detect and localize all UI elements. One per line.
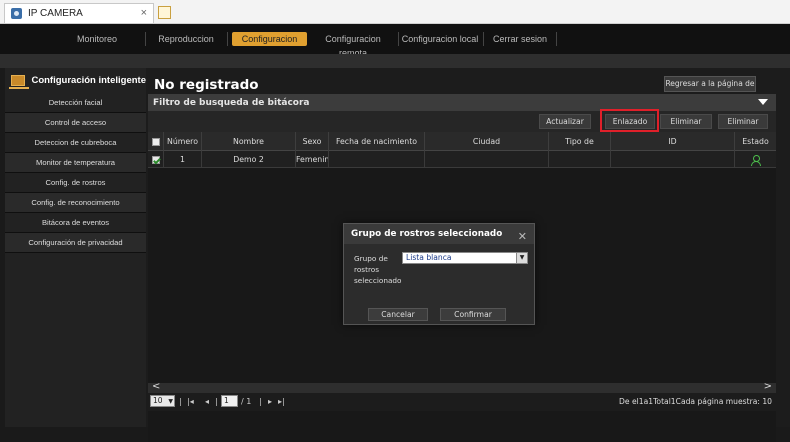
nav-divider (145, 32, 146, 46)
column-header: Número (164, 132, 202, 151)
nav-divider (483, 32, 484, 46)
sidebar-item-cubreboca[interactable]: Deteccion de cubreboca (5, 133, 146, 153)
refresh-button[interactable]: Actualizar (539, 114, 591, 129)
pager-separator: | (259, 397, 262, 406)
nav-cerrar-sesion[interactable]: Cerrar sesion (488, 32, 552, 46)
person-icon (750, 154, 761, 166)
last-page-icon[interactable]: ▸| (278, 396, 285, 408)
sidebar-item-privacidad[interactable]: Configuración de privacidad (5, 233, 146, 253)
cell-estado (735, 151, 776, 168)
highlight-box (600, 109, 659, 132)
cell-ciudad (425, 151, 549, 168)
face-group-dialog: Grupo de rostros seleccionado ✕ Grupo de… (343, 223, 535, 325)
prev-page-icon[interactable]: ◂ (205, 396, 209, 408)
camera-icon (11, 8, 22, 19)
column-header: Ciudad (425, 132, 549, 151)
pagination: 10 ▼ | |◂ ◂ | 1 / 1 | ▸ ▸| De el1a1Total… (148, 393, 776, 411)
nav-divider (556, 32, 557, 46)
nav-divider (398, 32, 399, 46)
dialog-title: Grupo de rostros seleccionado (351, 229, 503, 239)
nav-divider (227, 32, 228, 46)
browser-tab-bar: IP CAMERA × (0, 0, 790, 24)
cell-id (611, 151, 735, 168)
new-tab-icon[interactable] (158, 6, 171, 19)
group-label: Grupo de rostros seleccionado (354, 254, 402, 285)
sidebar-item-bitacora[interactable]: Bitácora de eventos (5, 213, 146, 233)
cancel-button[interactable]: Cancelar (368, 308, 428, 321)
pager-separator: | (179, 397, 182, 406)
sub-bar (0, 54, 790, 68)
sidebar: Configuración inteligente Detección faci… (5, 68, 146, 427)
sidebar-item-deteccion-facial[interactable]: Detección facial (5, 93, 146, 113)
action-toolbar: Actualizar Enlazado Eliminar Eliminar (148, 111, 776, 132)
column-header: Estado (742, 137, 769, 146)
close-icon[interactable]: ✕ (518, 227, 527, 247)
filter-bar[interactable]: Filtro de busqueda de bitácora (148, 94, 776, 111)
pagination-info: De el1a1Total1Cada página muestra: 10 (619, 397, 772, 406)
sidebar-item-control-acceso[interactable]: Control de acceso (5, 113, 146, 133)
page-size-select[interactable]: 10 ▼ (150, 395, 175, 407)
table-header: Número Nombre Sexo Fecha de nacimiento C… (148, 132, 776, 151)
chevron-down-icon[interactable]: ▼ (516, 253, 527, 263)
page-total: / 1 (241, 397, 252, 406)
top-navigation: Monitoreo Reproduccion Configuracion Con… (0, 24, 790, 58)
cell-nombre: Demo 2 (202, 151, 296, 168)
sidebar-item-config-rostros[interactable]: Config. de rostros (5, 173, 146, 193)
delete-all-button[interactable]: Eliminar (718, 114, 768, 129)
nav-configuracion-local[interactable]: Configuracion local (400, 32, 480, 46)
cell-tipo (549, 151, 611, 168)
dialog-header: Grupo de rostros seleccionado ✕ (344, 224, 534, 244)
return-button[interactable]: Regresar a la página de (664, 76, 756, 92)
scroll-left-icon[interactable]: < (152, 381, 160, 392)
close-tab-icon[interactable]: × (141, 7, 147, 19)
delete-button[interactable]: Eliminar (660, 114, 712, 129)
column-header: Fecha de nacimiento (329, 132, 425, 151)
table-row[interactable]: 1 Demo 2 Femenin (148, 151, 776, 168)
filter-title: Filtro de busqueda de bitácora (153, 97, 310, 108)
cell-sexo: Femenin (296, 151, 329, 168)
scroll-right-icon[interactable]: > (764, 381, 772, 392)
row-select-cell[interactable] (148, 151, 164, 168)
chevron-down-icon[interactable] (758, 99, 768, 105)
confirm-button[interactable]: Confirmar (440, 308, 506, 321)
first-page-icon[interactable]: |◂ (187, 396, 194, 408)
tab-title: IP CAMERA (28, 8, 83, 19)
sidebar-header: Configuración inteligente (5, 68, 146, 92)
column-header: Tipo de (549, 132, 611, 151)
column-header: Nombre (202, 132, 296, 151)
pager-separator: | (215, 397, 218, 406)
sidebar-item-config-reconocimiento[interactable]: Config. de reconocimiento (5, 193, 146, 213)
next-page-icon[interactable]: ▸ (268, 396, 272, 408)
horizontal-scrollbar[interactable]: < > (148, 381, 776, 393)
column-header: Sexo (296, 132, 329, 151)
nav-configuracion-remota[interactable]: Configuracion remota (310, 32, 396, 58)
sidebar-title: Configuración inteligente (31, 74, 146, 86)
cell-fecha (329, 151, 425, 168)
sidebar-item-temperatura[interactable]: Monitor de temperatura (5, 153, 146, 173)
browser-tab[interactable]: IP CAMERA × (4, 3, 154, 23)
row-checkbox[interactable] (151, 156, 160, 164)
group-select[interactable]: Lista blanca ▼ (402, 252, 528, 264)
nav-monitoreo[interactable]: Monitoreo (62, 32, 132, 46)
cell-numero: 1 (164, 151, 202, 168)
select-all-cell[interactable] (148, 132, 164, 151)
group-select-value: Lista blanca (406, 253, 452, 262)
column-header: ID (611, 132, 735, 151)
nav-configuracion[interactable]: Configuracion (232, 32, 307, 46)
monitor-icon (8, 74, 30, 89)
chevron-down-icon: ▼ (168, 398, 173, 405)
page-size-value: 10 (153, 396, 163, 405)
page-title: No registrado (154, 77, 259, 93)
nav-reproduccion[interactable]: Reproduccion (150, 32, 222, 46)
page-number-input[interactable]: 1 (221, 395, 238, 407)
select-all-checkbox[interactable] (151, 138, 160, 146)
